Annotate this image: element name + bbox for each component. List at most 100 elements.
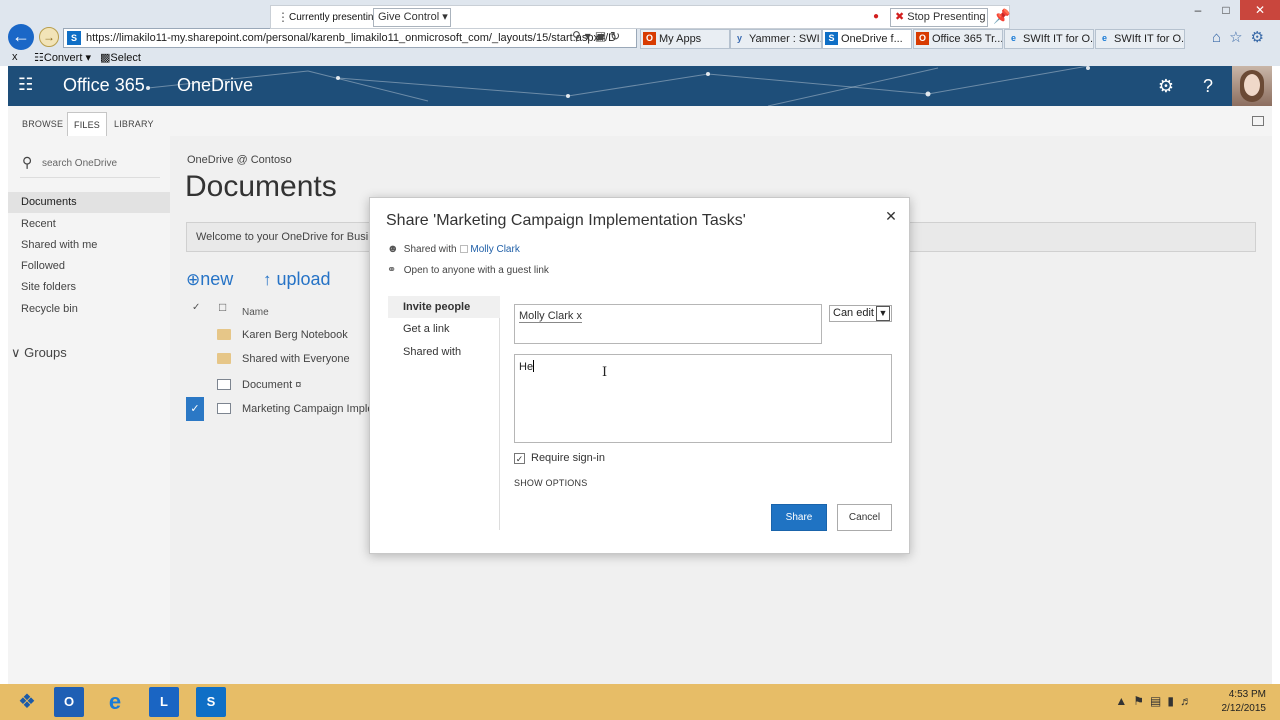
row-checkbox[interactable] [186,373,204,397]
grip-icon[interactable]: ⋮ [277,10,289,24]
table-row[interactable]: Karen Berg Notebook [186,323,386,347]
home-icon[interactable]: ⌂ [1212,29,1229,46]
tab-swift-1[interactable]: e SWIft IT for O... [1004,29,1094,49]
tray-expand-icon[interactable]: ▲ [1115,694,1133,708]
lync-icon[interactable]: L [149,687,179,717]
require-signin-label: Require sign-in [531,452,605,464]
ribbon-tab-library[interactable]: LIBRARY [108,112,160,136]
office365-brand[interactable]: Office 365 [63,75,145,96]
share-button[interactable]: Share [771,504,827,531]
tab-shared-with[interactable]: Shared with [388,341,500,363]
checkbox-checked-icon[interactable]: ✓ [514,453,525,464]
windows-start-icon[interactable]: ❖ [12,687,42,717]
search-icon[interactable]: ⚲ [572,29,585,43]
settings-gear-icon[interactable]: ⚙ [1146,66,1186,106]
give-control-dropdown[interactable]: Give Control ▾ [373,8,451,27]
sharepoint-icon[interactable]: S [196,687,226,717]
select-button[interactable]: ▩Select [100,51,141,64]
settings-gear-icon[interactable]: ⚙ [1251,29,1272,46]
breadcrumb[interactable]: OneDrive @ Contoso [187,154,292,166]
name-column-header[interactable]: Name [242,307,269,318]
search-input[interactable]: ⚲ search OneDrive [20,154,160,178]
ribbon-tab-files[interactable]: FILES [67,112,108,136]
favorites-star-icon[interactable]: ☆ [1229,29,1250,46]
file-name[interactable]: Karen Berg Notebook [242,323,348,347]
invite-people-field[interactable]: Molly Clark x [514,304,822,344]
tab-office365[interactable]: O Office 365 Tr... [913,29,1003,49]
tab-my-apps[interactable]: O My Apps [640,29,730,49]
ie-icon[interactable]: e [100,687,130,717]
address-bar[interactable]: S https://limakilo11-my.sharepoint.com/p… [63,28,637,48]
convert-button[interactable]: ☷Convert ▾ [34,51,91,64]
lock-icon: ▣ [594,29,611,43]
tab-label: Yammer : SWI... [749,33,822,45]
row-checkbox-checked-icon[interactable]: ✓ [186,397,204,421]
invitee-token[interactable]: Molly Clark x [519,310,582,323]
pin-icon[interactable]: 📌 [993,8,1010,25]
table-row[interactable]: Document ¤ [186,373,386,397]
help-icon[interactable]: ? [1188,66,1228,106]
select-all-check-icon[interactable]: ✓ [192,302,200,313]
share-dialog: Share 'Marketing Campaign Implementation… [369,197,910,554]
select-label: Select [110,52,141,64]
permission-value: Can edit [833,307,874,319]
row-checkbox[interactable] [186,347,204,371]
file-name[interactable]: Document ¤ [242,373,301,397]
table-row[interactable]: Shared with Everyone [186,347,386,371]
require-signin-checkbox[interactable]: ✓ Require sign-in [514,452,605,464]
dropdown-icon[interactable]: ▾ [585,29,595,43]
text-cursor-icon: I [602,365,608,380]
tab-swift-2[interactable]: e SWIft IT for O... [1095,29,1185,49]
new-button[interactable]: ⊕new [186,269,233,290]
tab-invite-people[interactable]: Invite people [388,296,500,318]
upload-button[interactable]: ↑ upload [263,269,331,290]
close-window-button[interactable]: ✕ [1240,0,1280,20]
sidebar-item-documents[interactable]: Documents [8,192,170,213]
outlook-icon[interactable]: O [54,687,84,717]
ribbon-tab-browse[interactable]: BROWSE [16,112,69,136]
show-options-link[interactable]: SHOW OPTIONS [514,478,587,488]
stop-presenting-button[interactable]: ✖ Stop Presenting [890,8,988,27]
file-name[interactable]: Shared with Everyone [242,347,350,371]
office-icon: O [643,32,656,45]
clock[interactable]: 4:53 PM 2/12/2015 [1222,688,1267,716]
chevron-down-icon: ∨ [11,345,21,360]
sidebar-item-site-folders[interactable]: Site folders [8,277,170,298]
windows-taskbar: ❖ O e L S ▲⚑▤▮♬ 4:53 PM 2/12/2015 [0,684,1280,720]
avatar[interactable] [1232,66,1272,106]
close-icon[interactable]: ✕ [883,208,899,224]
volume-icon[interactable]: ♬ [1180,694,1198,708]
file-name[interactable]: Marketing Campaign Imple [242,397,373,421]
maximize-button[interactable]: □ [1212,0,1240,20]
back-arrow-icon[interactable]: ← [8,24,34,50]
sidebar-item-recycle-bin[interactable]: Recycle bin [8,299,170,320]
network-icon[interactable]: ▤ [1150,694,1167,708]
groups-section[interactable]: ∨ Groups [11,345,67,361]
table-row[interactable]: ✓ Marketing Campaign Imple [186,397,386,421]
sidebar-item-recent[interactable]: Recent [8,214,170,235]
app-launcher-icon[interactable]: ☷ [18,76,36,94]
row-checkbox[interactable] [186,323,204,347]
chevron-down-icon[interactable]: ▼ [876,306,890,321]
tab-get-a-link[interactable]: Get a link [388,318,500,340]
minimize-button[interactable]: – [1184,0,1212,20]
focus-content-icon[interactable] [1252,116,1264,126]
dialog-tabs: Invite people Get a link Shared with [388,296,500,530]
remove-invitee-icon[interactable]: x [576,310,582,322]
battery-icon[interactable]: ▮ [1167,694,1180,708]
tab-onedrive[interactable]: S OneDrive f... [822,29,912,49]
close-toolbar-icon[interactable]: x [12,51,18,63]
message-textarea[interactable]: He [514,354,892,443]
office365-suite-bar: ☷ Office 365 OneDrive ⚙ ? [8,66,1272,106]
tab-yammer[interactable]: y Yammer : SWI... [730,29,822,49]
forward-arrow-icon[interactable]: → [39,27,59,47]
sidebar-item-shared-with-me[interactable]: Shared with me [8,235,170,256]
cancel-button[interactable]: Cancel [837,504,892,531]
avatar-face [1244,74,1260,96]
shared-with-person-link[interactable]: Molly Clark [470,244,519,255]
refresh-icon[interactable]: ↻ [610,29,624,43]
sidebar-item-followed[interactable]: Followed [8,256,170,277]
flag-icon[interactable]: ⚑ [1133,694,1150,708]
permission-select[interactable]: Can edit ▼ [829,305,892,322]
onedrive-app-title[interactable]: OneDrive [177,75,253,96]
